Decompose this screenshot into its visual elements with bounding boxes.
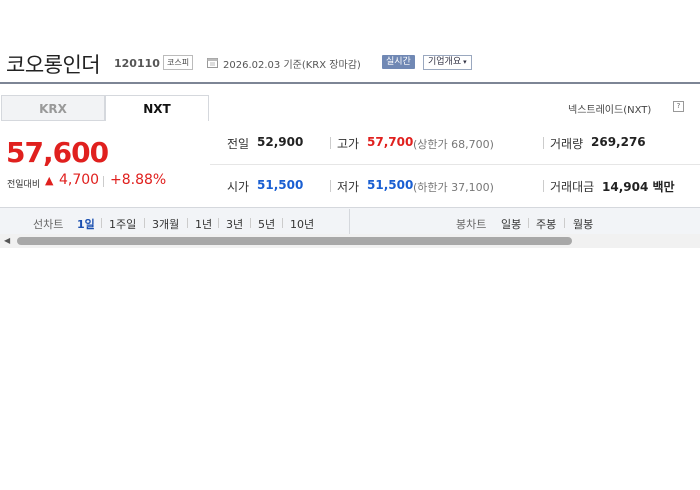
current-price: 57,600 [6,136,109,169]
high-value: 57,700 [367,135,414,149]
period-10y[interactable]: 10년 [290,216,314,232]
candle-chart-label: 봉차트 [456,218,487,231]
scroll-left-icon[interactable]: ◀ [4,236,10,245]
nxt-link[interactable]: 넥스트레이드(NXT) [568,101,651,116]
divider [330,180,331,192]
up-arrow-icon: ▲ [45,174,54,187]
period-3y[interactable]: 3년 [226,216,243,232]
divider [528,218,529,228]
period-5y[interactable]: 5년 [258,216,275,232]
period-3m[interactable]: 3개월 [152,216,179,232]
volume-value: 269,276 [591,135,646,149]
upper-limit: (상한가 68,700) [413,138,494,151]
divider [218,218,219,228]
calendar-icon [207,58,218,68]
scrollbar-thumb[interactable] [17,237,572,245]
help-icon[interactable]: ? [673,101,684,112]
divider [101,218,102,228]
low-value: 51,500 [367,178,414,192]
divider [282,218,283,228]
divider [144,218,145,228]
change-rate: +8.88% [110,172,167,188]
prev-close-label: 전일 [227,137,250,151]
divider [330,137,331,149]
stock-header: 코오롱인더 120110 코스피 2026.02.03 기준(KRX 장마감) … [0,0,700,84]
tab-nxt[interactable]: NXT [105,95,209,121]
period-1w[interactable]: 1주일 [109,216,136,232]
divider [250,218,251,228]
open-value: 51,500 [257,178,304,192]
open-label: 시가 [227,180,250,194]
period-weekly[interactable]: 주봉 [536,216,556,232]
lower-limit: (하한가 37,100) [413,181,494,194]
stock-name: 코오롱인더 [6,53,101,77]
chevron-down-icon: ▾ [463,58,467,66]
volume-label: 거래량 [550,137,584,151]
prev-close-value: 52,900 [257,135,304,149]
divider [103,176,104,187]
period-monthly[interactable]: 월봉 [573,216,593,232]
high-label: 고가 [337,137,360,151]
chart-period-bar [0,207,700,236]
market-badge: 코스피 [163,55,194,70]
amount-label: 거래대금 [550,180,595,194]
period-1y[interactable]: 1년 [195,216,212,232]
line-chart-label: 선차트 [33,218,64,231]
divider [349,209,350,234]
realtime-button[interactable]: 실시간 [382,55,415,69]
stock-code: 120110 [114,57,160,70]
change-label: 전일대비 [7,180,41,190]
divider [187,218,188,228]
quote-date: 2026.02.03 기준(KRX 장마감) [223,60,361,71]
row-divider [210,164,700,165]
divider [564,218,565,228]
period-daily[interactable]: 일봉 [501,216,521,232]
change-value: 4,700 [59,172,100,188]
divider [543,180,544,192]
period-1d[interactable]: 1일 [77,216,95,232]
company-info-dropdown[interactable]: 기업개요 ▾ [423,55,472,70]
low-label: 저가 [337,180,360,194]
amount-value: 14,904 백만 [602,180,675,194]
tab-krx[interactable]: KRX [1,95,105,121]
divider [543,137,544,149]
